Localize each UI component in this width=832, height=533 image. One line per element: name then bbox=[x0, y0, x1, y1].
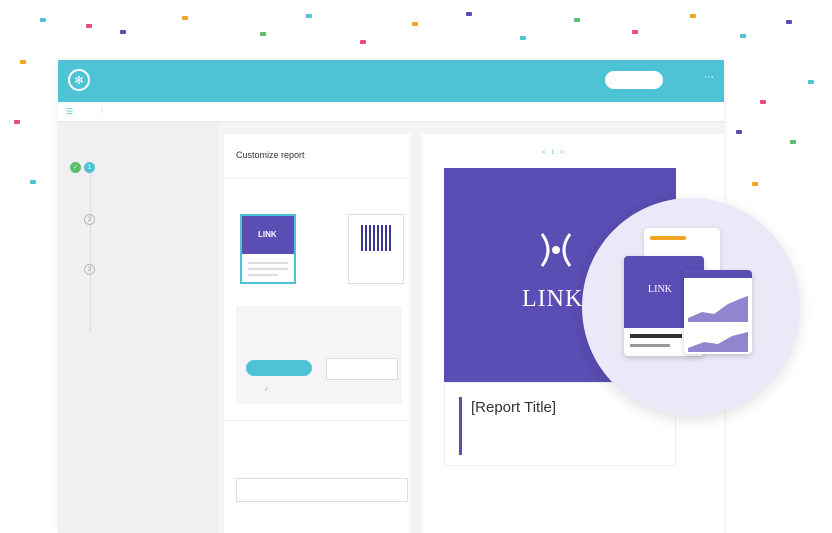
text-placeholder bbox=[248, 268, 288, 270]
step-number-icon: 1 bbox=[84, 162, 95, 173]
text-placeholder bbox=[630, 344, 670, 347]
mini-chart-page bbox=[684, 270, 752, 354]
option-check[interactable]: ✓ bbox=[246, 386, 269, 393]
text-field[interactable] bbox=[236, 478, 408, 502]
option-input[interactable] bbox=[326, 358, 398, 380]
brand-symbol-icon bbox=[540, 233, 572, 267]
top-nav-bar: ✻ ⋯ bbox=[58, 60, 724, 102]
options-box: ✓ bbox=[236, 306, 402, 404]
template-option-selected[interactable]: LINK bbox=[240, 214, 296, 284]
text-placeholder bbox=[248, 274, 278, 276]
barcode-icon bbox=[361, 225, 391, 251]
accent-bar bbox=[459, 397, 462, 455]
cta-button[interactable] bbox=[605, 71, 663, 89]
cover-brand: LINK bbox=[522, 286, 584, 312]
app-logo-icon[interactable]: ✻ bbox=[68, 69, 90, 91]
steps-connector bbox=[90, 172, 91, 332]
filter-icon[interactable]: ☰ bbox=[66, 107, 73, 116]
breadcrumb: ☰ / bbox=[58, 102, 724, 122]
divider bbox=[224, 178, 410, 179]
editor-panel: Customize report LINK ✓ bbox=[224, 134, 410, 533]
text-placeholder bbox=[248, 262, 288, 264]
area-chart-icon bbox=[688, 296, 748, 352]
divider bbox=[224, 420, 410, 421]
steps-sidebar: ✓ 1 2 3 bbox=[58, 122, 218, 533]
page-pager[interactable]: < 1 > bbox=[542, 150, 566, 156]
step-number-icon: 3 bbox=[84, 264, 95, 275]
check-icon: ✓ bbox=[70, 162, 81, 173]
feature-highlight-bubble: LINK bbox=[582, 198, 800, 416]
step-item[interactable]: 2 bbox=[84, 214, 98, 225]
check-icon: ✓ bbox=[264, 387, 270, 393]
template-option[interactable] bbox=[348, 214, 404, 284]
step-number-icon: 2 bbox=[84, 214, 95, 225]
template-cover-brand: LINK bbox=[258, 230, 277, 239]
mini-header bbox=[684, 270, 752, 278]
panel-title: Customize report bbox=[236, 150, 305, 160]
mini-header bbox=[650, 236, 686, 240]
report-title: [Report Title] bbox=[471, 399, 557, 416]
step-item[interactable]: ✓ 1 bbox=[70, 162, 98, 173]
chevron-right-icon: / bbox=[101, 108, 104, 115]
step-item[interactable]: 3 bbox=[84, 264, 98, 275]
primary-button[interactable] bbox=[246, 360, 312, 376]
more-icon[interactable]: ⋯ bbox=[704, 72, 714, 83]
template-cover: LINK bbox=[242, 216, 294, 254]
mini-cover-brand: LINK bbox=[648, 284, 672, 295]
text-placeholder bbox=[630, 334, 682, 338]
